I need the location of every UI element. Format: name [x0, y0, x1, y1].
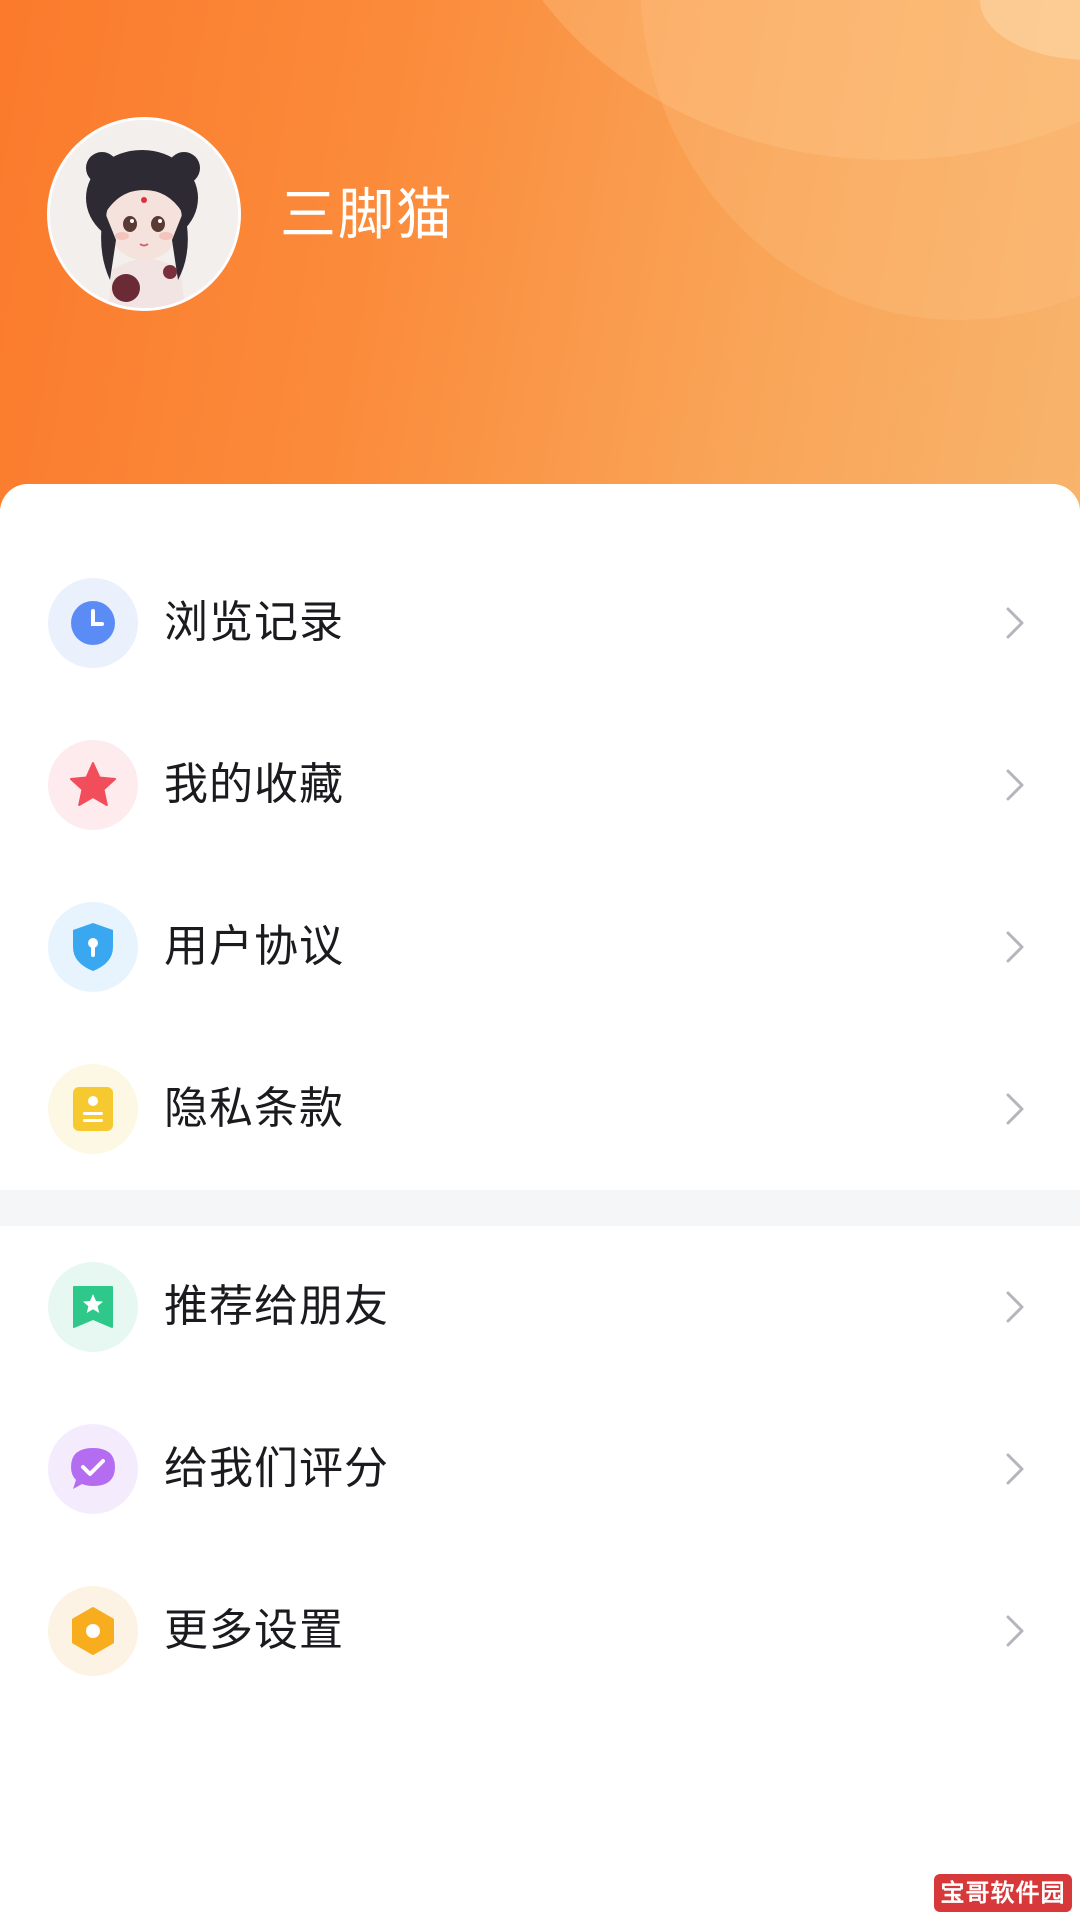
star-icon: [70, 762, 116, 806]
doll-avatar-image: [50, 120, 238, 308]
chevron-right-icon: [1006, 931, 1024, 963]
chat-check-icon-wrap: [48, 1424, 138, 1514]
clock-icon-wrap: [48, 578, 138, 668]
chevron-right-icon: [1006, 607, 1024, 639]
menu-item-recommend[interactable]: 推荐给朋友: [0, 1226, 1080, 1388]
chevron-right-icon: [1006, 1291, 1024, 1323]
hexagon-settings-icon-wrap: [48, 1586, 138, 1676]
menu-item-label: 更多设置: [164, 1605, 344, 1656]
menu-item-label: 给我们评分: [164, 1443, 389, 1494]
avatar[interactable]: [47, 117, 241, 311]
username: 三脚猫: [280, 183, 454, 248]
menu-group-1: 浏览记录 我的收藏 用户协议 隐私条款: [0, 484, 1080, 1190]
menu-item-label: 推荐给朋友: [164, 1281, 389, 1332]
bottom-area: [0, 1822, 1080, 1920]
menu-item-label: 隐私条款: [164, 1083, 344, 1134]
menu-item-rate-us[interactable]: 给我们评分: [0, 1388, 1080, 1550]
document-icon: [73, 1087, 113, 1131]
star-icon-wrap: [48, 740, 138, 830]
menu-item-label: 我的收藏: [164, 759, 344, 810]
menu-group-2: 推荐给朋友 给我们评分 更多设置: [0, 1226, 1080, 1822]
chevron-right-icon: [1006, 1615, 1024, 1647]
document-icon-wrap: [48, 1064, 138, 1154]
menu-item-privacy-policy[interactable]: 隐私条款: [0, 1028, 1080, 1190]
chevron-right-icon: [1006, 1093, 1024, 1125]
watermark: 宝哥软件园: [934, 1874, 1072, 1912]
clock-icon: [71, 601, 115, 645]
menu-item-user-agreement[interactable]: 用户协议: [0, 866, 1080, 1028]
menu-item-favorites[interactable]: 我的收藏: [0, 704, 1080, 866]
menu-item-browse-history[interactable]: 浏览记录: [0, 542, 1080, 704]
menu-card: 浏览记录 我的收藏 用户协议 隐私条款 推荐给朋友 给我们评分 更多设置: [0, 484, 1080, 1920]
header-decoration: [640, 0, 1080, 320]
chevron-right-icon: [1006, 769, 1024, 801]
shield-icon-wrap: [48, 902, 138, 992]
menu-item-more-settings[interactable]: 更多设置: [0, 1550, 1080, 1712]
profile-header: 三脚猫: [0, 0, 1080, 540]
bookmark-star-icon-wrap: [48, 1262, 138, 1352]
chat-check-icon: [71, 1448, 115, 1489]
menu-item-label: 浏览记录: [164, 597, 344, 648]
bookmark-star-icon: [73, 1286, 113, 1328]
chevron-right-icon: [1006, 1453, 1024, 1485]
shield-icon: [73, 923, 113, 971]
hexagon-settings-icon: [72, 1607, 114, 1655]
profile-page: 三脚猫 浏览记录 我的收藏 用户协议 隐私条款 推荐给朋友 给我们评分 更多设置…: [0, 0, 1080, 1920]
menu-item-label: 用户协议: [164, 921, 344, 972]
